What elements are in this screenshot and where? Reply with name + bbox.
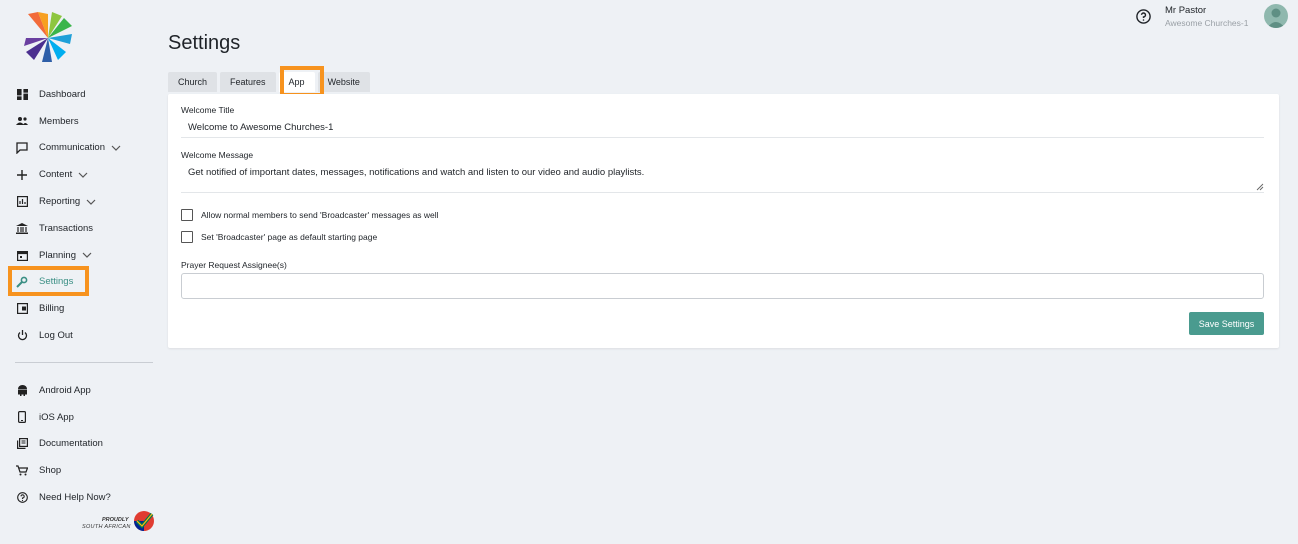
sidebar-item-label: Transactions — [39, 222, 94, 234]
checkbox-label: Allow normal members to send 'Broadcaste… — [201, 210, 439, 220]
sidebar-divider — [15, 362, 153, 363]
church-logo[interactable] — [22, 12, 74, 64]
welcome-message-field[interactable]: Get notified of important dates, message… — [188, 167, 644, 178]
sidebar-item-label: iOS App — [39, 411, 74, 423]
sidebar-item-members[interactable]: Members — [8, 108, 158, 135]
checkbox-label: Set 'Broadcaster' page as default starti… — [201, 232, 378, 242]
sidebar-item-android-app[interactable]: Android App — [8, 377, 158, 404]
app-settings-panel: Welcome Title Welcome to Awesome Churche… — [168, 94, 1279, 348]
sidebar-item-settings[interactable]: Settings — [8, 269, 158, 296]
broadcaster-members-checkbox-row[interactable]: Allow normal members to send 'Broadcaste… — [181, 209, 439, 221]
user-name[interactable]: Mr Pastor — [1165, 5, 1206, 16]
sidebar-item-label: Log Out — [39, 330, 73, 342]
help-icon[interactable] — [1136, 9, 1151, 24]
avatar[interactable] — [1264, 4, 1288, 28]
calendar-icon — [16, 249, 28, 261]
tab-app[interactable]: App — [278, 72, 315, 92]
chevron-down-icon — [86, 197, 96, 207]
user-avatar-icon — [1267, 8, 1285, 28]
sidebar-item-label: Members — [39, 115, 79, 127]
sidebar-item-label: Dashboard — [39, 88, 86, 100]
help-icon — [16, 492, 28, 504]
sidebar-item-label: Settings — [39, 276, 74, 288]
report-icon — [16, 196, 28, 208]
sidebar-item-label: Shop — [39, 465, 62, 477]
page-title: Settings — [168, 32, 241, 54]
broadcaster-default-page-checkbox-row[interactable]: Set 'Broadcaster' page as default starti… — [181, 231, 377, 243]
sidebar-item-communication[interactable]: Communication — [8, 135, 158, 162]
south-african-flag-check-icon — [134, 511, 154, 531]
tab-website[interactable]: Website — [317, 72, 370, 92]
settings-tabs: Church Features App Website — [168, 72, 370, 92]
sidebar-item-shop[interactable]: Shop — [8, 457, 158, 484]
bank-icon — [16, 222, 28, 234]
main-nav: Dashboard Members Communication Content — [8, 81, 158, 349]
user-organization: Awesome Churches-1 — [1165, 18, 1249, 28]
prayer-request-assignee-input[interactable] — [181, 273, 1264, 299]
sidebar-item-label: Need Help Now? — [39, 492, 111, 504]
power-icon — [16, 330, 28, 342]
cart-icon — [16, 465, 28, 477]
tab-features[interactable]: Features — [220, 72, 276, 92]
members-icon — [16, 115, 28, 127]
chat-icon — [16, 142, 28, 154]
dashboard-icon — [16, 88, 28, 100]
broadcaster-members-checkbox[interactable] — [181, 209, 193, 221]
sidebar-item-label: Communication — [39, 142, 105, 154]
welcome-title-field[interactable]: Welcome to Awesome Churches-1 — [188, 122, 333, 133]
badge-line-1: PROUDLY — [102, 517, 129, 523]
sidebar-item-label: Content — [39, 169, 73, 181]
sidebar-item-help[interactable]: Need Help Now? — [8, 484, 158, 511]
sidebar-item-label: Planning — [39, 249, 76, 261]
sidebar-item-documentation[interactable]: Documentation — [8, 431, 158, 458]
sidebar-item-ios-app[interactable]: iOS App — [8, 404, 158, 431]
sidebar-item-transactions[interactable]: Transactions — [8, 215, 158, 242]
proudly-south-african-badge: PROUDLY SOUTH AFRICAN — [80, 510, 156, 534]
android-icon — [16, 384, 28, 397]
sidebar-item-label: Reporting — [39, 196, 81, 208]
chevron-down-icon — [111, 143, 121, 153]
save-settings-button[interactable]: Save Settings — [1189, 312, 1264, 335]
sidebar-item-dashboard[interactable]: Dashboard — [8, 81, 158, 108]
resize-handle-icon[interactable] — [1256, 183, 1264, 191]
welcome-message-underline — [181, 192, 1264, 193]
sidebar-item-planning[interactable]: Planning — [8, 242, 158, 269]
sidebar-item-label: Android App — [39, 384, 91, 396]
chevron-down-icon — [82, 250, 92, 260]
broadcaster-default-page-checkbox[interactable] — [181, 231, 193, 243]
sidebar-item-logout[interactable]: Log Out — [8, 322, 158, 349]
tab-church[interactable]: Church — [168, 72, 218, 92]
sidebar-item-content[interactable]: Content — [8, 161, 158, 188]
sidebar-item-label: Billing — [39, 303, 65, 315]
sidebar: Dashboard Members Communication Content — [0, 0, 160, 544]
welcome-message-label: Welcome Message — [181, 150, 254, 160]
sidebar-item-reporting[interactable]: Reporting — [8, 188, 158, 215]
wrench-icon — [16, 276, 28, 288]
chevron-down-icon — [78, 170, 88, 180]
welcome-title-underline — [181, 137, 1264, 138]
plus-icon — [16, 169, 28, 181]
welcome-title-label: Welcome Title — [181, 105, 235, 115]
sidebar-item-billing[interactable]: Billing — [8, 295, 158, 322]
phone-icon — [16, 411, 28, 424]
prayer-request-label: Prayer Request Assignee(s) — [181, 260, 287, 270]
badge-line-2: SOUTH AFRICAN — [82, 524, 131, 530]
billing-icon — [16, 303, 28, 315]
sidebar-item-label: Documentation — [39, 438, 103, 450]
docs-icon — [16, 438, 28, 450]
secondary-nav: Android App iOS App Documentation Shop N… — [8, 377, 158, 511]
